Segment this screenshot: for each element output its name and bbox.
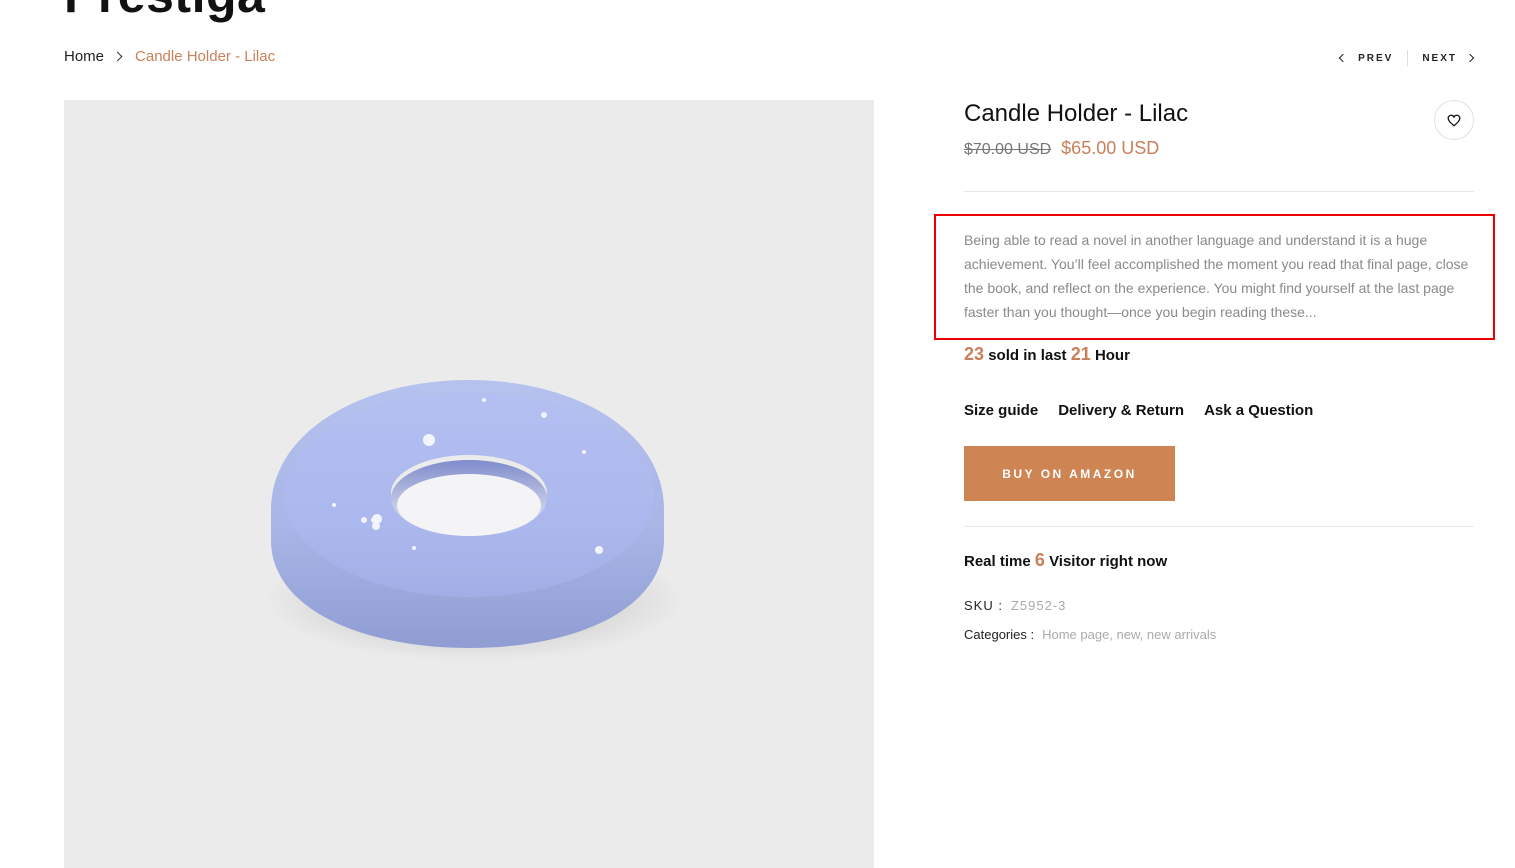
chevron-right-icon [1465,53,1475,63]
sold-hours: 21 [1070,344,1091,364]
product-description: Being able to read a novel in another la… [964,232,1469,320]
sku-value: Z5952-3 [1010,598,1067,613]
product-title: Candle Holder - Lilac [964,100,1189,127]
delivery-return-link[interactable]: Delivery & Return [1058,402,1184,419]
sold-text: sold in last [988,347,1067,364]
chevron-right-icon [112,51,123,62]
old-price: $70.00 USD [964,141,1052,158]
visitors-prefix: Real time [964,553,1031,570]
candle-holder-illustration [264,380,684,662]
breadcrumb: Home Candle Holder - Lilac [64,48,275,65]
product-links: Size guide Delivery & Return Ask a Quest… [964,402,1333,419]
chevron-left-icon [1338,53,1348,63]
sale-price: $65.00 USD [1061,138,1160,158]
next-label: NEXT [1422,52,1457,64]
breadcrumb-home-link[interactable]: Home [64,48,104,65]
prev-next-nav: PREV NEXT [1338,50,1475,66]
next-button[interactable]: NEXT [1422,52,1475,64]
sold-count: 23 [964,344,985,364]
divider [964,526,1474,527]
prev-label: PREV [1358,52,1394,64]
categories-value[interactable]: Home page, new, new arrivals [1042,627,1216,642]
sold-counter: 23 sold in last 21 Hour [964,344,1130,365]
sku-row: SKU : Z5952-3 [964,598,1066,613]
product-info: Candle Holder - Lilac $70.00 USD $65.00 … [964,100,1474,192]
size-guide-link[interactable]: Size guide [964,402,1038,419]
sold-text-end: Hour [1094,347,1130,364]
heart-icon [1447,114,1461,127]
product-image[interactable] [64,100,874,868]
nav-divider [1407,50,1409,66]
breadcrumb-current: Candle Holder - Lilac [135,48,276,65]
visitors-count: 6 [1034,550,1045,570]
divider [964,191,1474,192]
wishlist-button[interactable] [1434,100,1474,140]
visitor-counter: Real time 6 Visitor right now [964,550,1167,571]
prev-button[interactable]: PREV [1338,52,1394,64]
sku-label: SKU : [964,598,1003,613]
ask-question-link[interactable]: Ask a Question [1204,402,1313,419]
price-row: $70.00 USD $65.00 USD [964,138,1474,159]
categories-label: Categories : [964,627,1035,642]
categories-row: Categories : Home page, new, new arrivals [964,627,1216,642]
visitors-suffix: Visitor right now [1049,553,1168,570]
site-title[interactable]: Prestiga [64,0,265,24]
buy-on-amazon-button[interactable]: BUY ON AMAZON [964,446,1175,501]
